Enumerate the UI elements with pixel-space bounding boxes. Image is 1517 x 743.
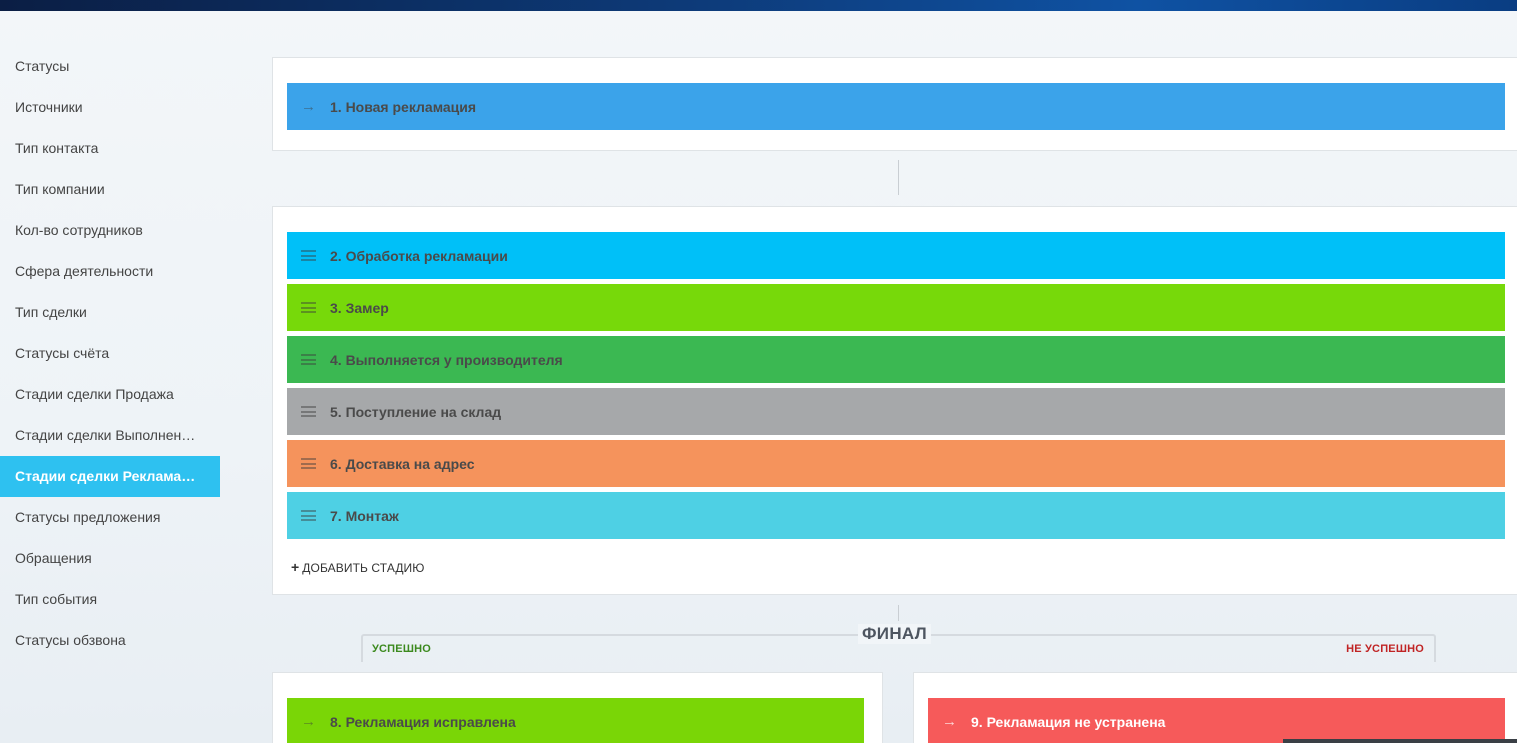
arrow-right-icon: → — [301, 98, 316, 115]
stage-fail[interactable]: → 9. Рекламация не устранена — [928, 698, 1505, 743]
connector-line — [898, 160, 899, 195]
sidebar-item-employees-count[interactable]: Кол-во сотрудников — [0, 210, 210, 251]
connector-line — [898, 605, 899, 621]
stage-label: 9. Рекламация не устранена — [971, 713, 1166, 730]
add-stage-label: ДОБАВИТЬ СТАДИЮ — [302, 561, 425, 575]
sidebar-item-contact-type[interactable]: Тип контакта — [0, 128, 210, 169]
stage-label: 1. Новая рекламация — [330, 98, 477, 115]
initial-stage-panel: → 1. Новая рекламация — [272, 57, 1517, 151]
sidebar-item-industry[interactable]: Сфера деятельности — [0, 251, 210, 292]
sidebar-item-call-statuses[interactable]: Статусы обзвона — [0, 620, 210, 661]
stage-label: 3. Замер — [330, 299, 389, 316]
sidebar-item-requests[interactable]: Обращения — [0, 538, 210, 579]
stage-item[interactable]: 4. Выполняется у производителя — [287, 336, 1505, 383]
add-stage-button[interactable]: + ДОБАВИТЬ СТАДИЮ — [291, 559, 425, 575]
stage-label: 8. Рекламация исправлена — [330, 713, 516, 730]
stage-initial[interactable]: → 1. Новая рекламация — [287, 83, 1505, 130]
drag-handle-icon[interactable] — [301, 354, 316, 365]
top-bar — [0, 0, 1517, 11]
stage-item[interactable]: 7. Монтаж — [287, 492, 1505, 539]
stage-item[interactable]: 3. Замер — [287, 284, 1505, 331]
sidebar-item-deal-stages-execution[interactable]: Стадии сделки Выполнен… — [0, 415, 210, 456]
fail-stage-panel: → 9. Рекламация не устранена — [913, 672, 1517, 743]
plus-icon: + — [291, 559, 300, 575]
drag-handle-icon[interactable] — [301, 458, 316, 469]
sidebar-item-invoice-statuses[interactable]: Статусы счёта — [0, 333, 210, 374]
sidebar-item-deal-type[interactable]: Тип сделки — [0, 292, 210, 333]
stage-label: 6. Доставка на адрес — [330, 455, 475, 472]
sidebar: Статусы Источники Тип контакта Тип компа… — [0, 46, 240, 661]
arrow-right-icon: → — [942, 713, 957, 730]
sidebar-item-deal-stages-sales[interactable]: Стадии сделки Продажа — [0, 374, 210, 415]
drag-handle-icon[interactable] — [301, 302, 316, 313]
sidebar-item-sources[interactable]: Источники — [0, 87, 210, 128]
stage-label: 4. Выполняется у производителя — [330, 351, 563, 368]
sidebar-item-company-type[interactable]: Тип компании — [0, 169, 210, 210]
sidebar-item-deal-stages-complaints[interactable]: Стадии сделки Реклама… — [0, 456, 220, 497]
stage-item[interactable]: 6. Доставка на адрес — [287, 440, 1505, 487]
stage-label: 5. Поступление на склад — [330, 403, 502, 420]
stage-item[interactable]: 5. Поступление на склад — [287, 388, 1505, 435]
sidebar-item-event-type[interactable]: Тип события — [0, 579, 210, 620]
horizontal-scrollbar[interactable] — [1283, 739, 1517, 743]
final-success-label: УСПЕШНО — [372, 643, 431, 655]
stage-label: 7. Монтаж — [330, 507, 399, 524]
drag-handle-icon[interactable] — [301, 250, 316, 261]
final-title: ФИНАЛ — [858, 624, 931, 644]
final-fail-label: НЕ УСПЕШНО — [1346, 643, 1424, 655]
drag-handle-icon[interactable] — [301, 510, 316, 521]
stages-panel: 2. Обработка рекламации 3. Замер 4. Выпо… — [272, 206, 1517, 595]
stage-success[interactable]: → 8. Рекламация исправлена — [287, 698, 864, 743]
stage-label: 2. Обработка рекламации — [330, 247, 508, 264]
sidebar-item-quote-statuses[interactable]: Статусы предложения — [0, 497, 210, 538]
arrow-right-icon: → — [301, 713, 316, 730]
drag-handle-icon[interactable] — [301, 406, 316, 417]
success-stage-panel: → 8. Рекламация исправлена — [272, 672, 883, 743]
sidebar-item-statuses[interactable]: Статусы — [0, 46, 210, 87]
stage-item[interactable]: 2. Обработка рекламации — [287, 232, 1505, 279]
